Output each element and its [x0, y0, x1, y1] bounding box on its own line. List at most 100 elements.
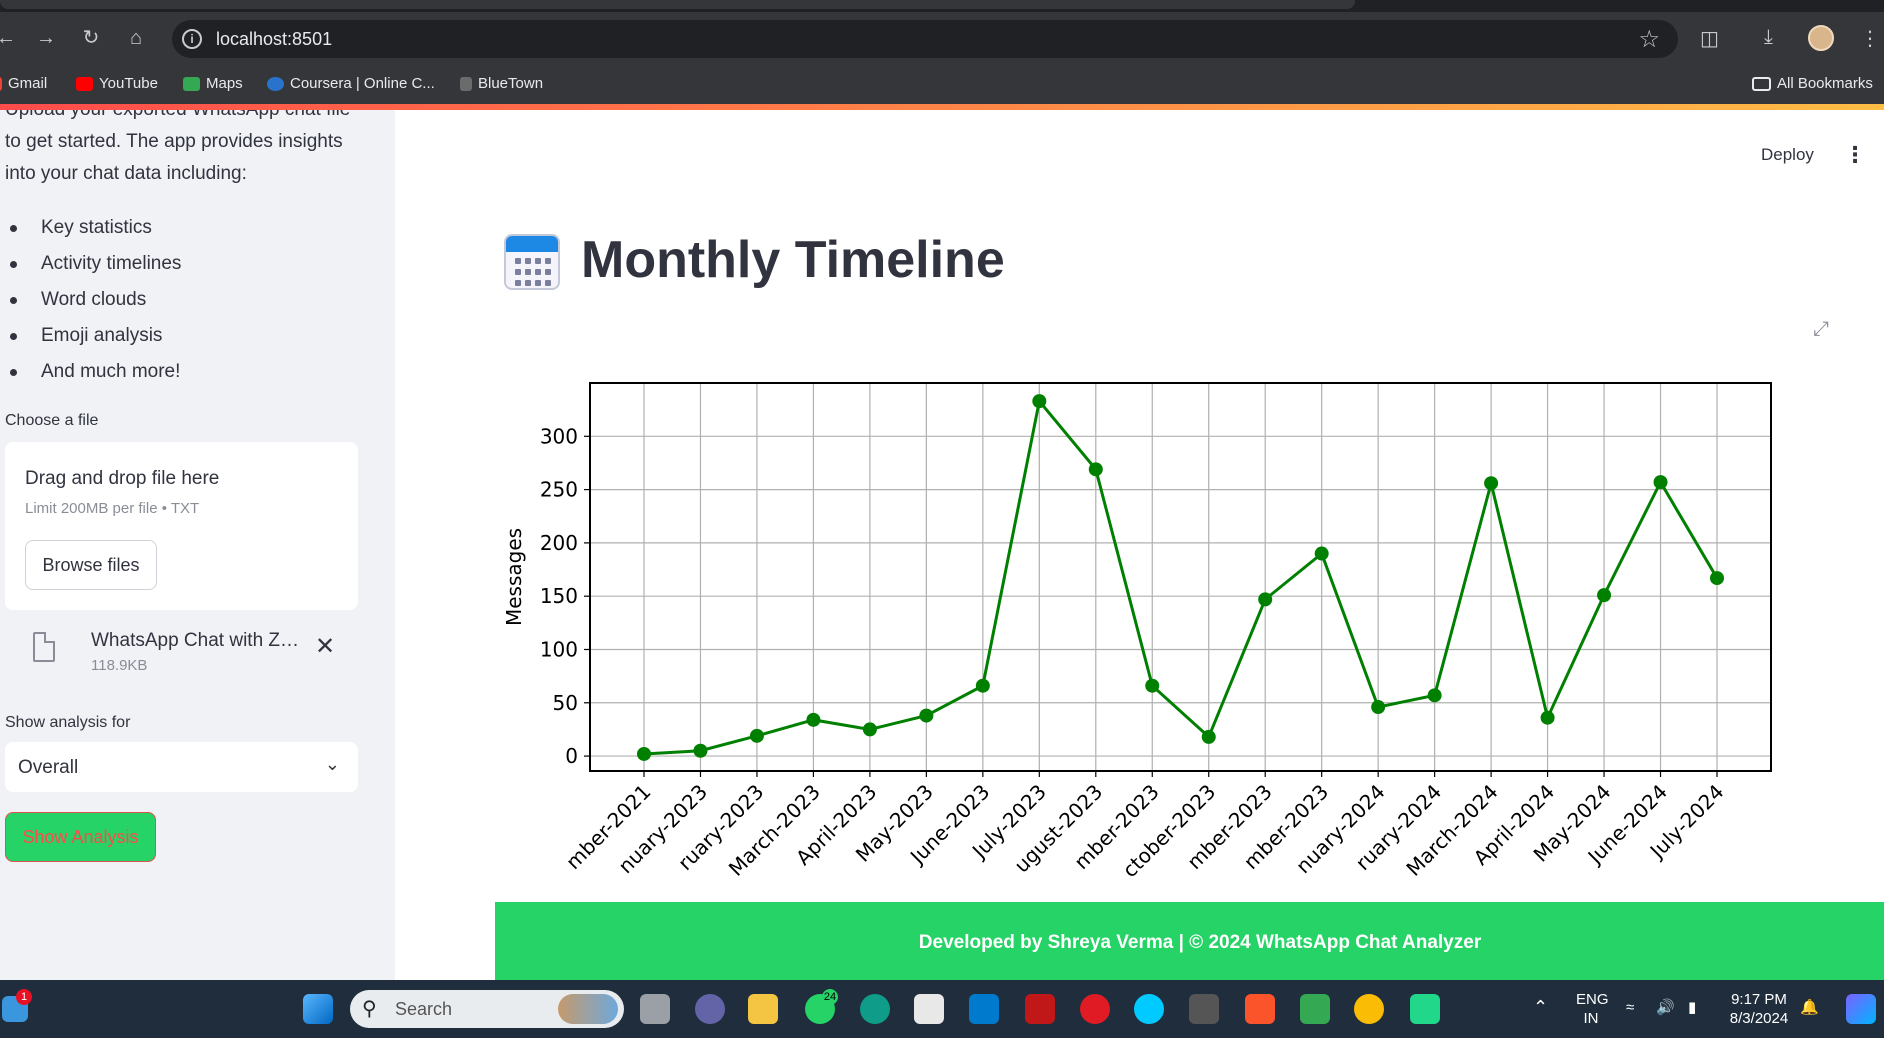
analysis-select-value: Overall	[18, 757, 79, 778]
clock[interactable]: 9:17 PM 8/3/2024	[1726, 990, 1792, 1028]
search-placeholder: Search	[395, 999, 453, 1019]
taskbar: 1 ⚲ Search 24 ⌃ ENG IN ≈ 🔊 ▮ 9:17 PM 8/3…	[0, 980, 1884, 1038]
feature-list: Key statistics Activity timelines Word c…	[8, 210, 181, 390]
analysis-select[interactable]: Overall ⌄	[5, 742, 358, 792]
footer: Developed by Shreya Verma | © 2024 Whats…	[495, 902, 1884, 980]
bookmark-coursera[interactable]: Coursera | Online C...	[267, 75, 435, 92]
drive-icon[interactable]	[1300, 994, 1330, 1024]
region-code: IN	[1583, 1010, 1599, 1027]
terminal-icon[interactable]	[1189, 994, 1219, 1024]
bookmarks-bar: Gmail YouTube Maps Coursera | Online C..…	[0, 64, 1884, 104]
profile-avatar[interactable]	[1808, 25, 1834, 51]
alexa-icon[interactable]	[1134, 994, 1164, 1024]
search-highlight-image	[558, 994, 618, 1024]
folder-icon	[1752, 76, 1771, 91]
vscode-icon[interactable]	[969, 994, 999, 1024]
bookmark-youtube[interactable]: YouTube	[76, 75, 158, 92]
data-point	[806, 712, 821, 727]
chrome-icon[interactable]	[1354, 994, 1384, 1024]
y-tick-label: 300	[540, 424, 578, 448]
bookmark-gmail[interactable]: Gmail	[0, 75, 47, 92]
forward-icon[interactable]: →	[34, 26, 58, 50]
all-bookmarks[interactable]: All Bookmarks	[1752, 75, 1873, 92]
opera-icon[interactable]	[1080, 994, 1110, 1024]
hidden-icons-chevron[interactable]: ⌃	[1533, 998, 1548, 1017]
reload-icon[interactable]: ↻	[79, 26, 103, 50]
brave-icon[interactable]	[1245, 994, 1275, 1024]
y-tick-label: 200	[540, 531, 578, 555]
taskbar-search[interactable]: ⚲ Search	[350, 990, 624, 1028]
data-point	[1145, 678, 1160, 693]
bookmark-bluetown[interactable]: BlueTown	[460, 75, 543, 92]
remove-file-icon[interactable]: ✕	[315, 632, 335, 661]
y-axis-label: Messages	[502, 528, 526, 626]
extensions-icon[interactable]: ◫	[1700, 26, 1719, 51]
copilot-icon[interactable]	[1846, 994, 1876, 1024]
maps-icon	[183, 76, 200, 91]
back-icon[interactable]: ←	[0, 26, 18, 50]
download-icon[interactable]: ⤓	[1764, 26, 1773, 49]
fullscreen-icon[interactable]: ⤢	[1813, 318, 1829, 341]
data-point	[1258, 592, 1273, 607]
chevron-down-icon: ⌄	[324, 754, 340, 774]
file-uploader-label: Choose a file	[5, 412, 99, 429]
site-info-icon[interactable]: i	[182, 29, 202, 49]
bookmark-maps[interactable]: Maps	[183, 75, 243, 92]
active-tab[interactable]	[0, 0, 1355, 9]
file-dropzone[interactable]: Drag and drop file here Limit 200MB per …	[5, 442, 358, 610]
home-icon[interactable]: ⌂	[124, 26, 148, 50]
data-point	[1088, 462, 1103, 477]
browse-files-button[interactable]: Browse files	[25, 540, 157, 590]
main-menu-icon[interactable]: ⋮	[1844, 142, 1866, 168]
youtube-icon	[76, 76, 93, 91]
language-indicator[interactable]: ENG IN	[1576, 990, 1609, 1028]
volume-icon[interactable]: 🔊	[1656, 998, 1675, 1017]
url-text[interactable]: localhost:8501	[216, 29, 332, 50]
analysis-select-label: Show analysis for	[5, 714, 131, 731]
bookmark-star-icon[interactable]: ☆	[1638, 25, 1660, 54]
all-bookmarks-label: All Bookmarks	[1777, 75, 1873, 92]
y-tick-label: 100	[540, 637, 578, 661]
y-tick-label: 150	[540, 584, 578, 608]
monthly-timeline-chart: 050100150200250300mber-2021nuary-2023rua…	[502, 382, 1772, 882]
store-icon[interactable]	[914, 994, 944, 1024]
data-point	[1427, 688, 1442, 703]
sidebar-intro: Upload your exported WhatsApp chat file …	[5, 110, 350, 184]
list-item: Key statistics	[8, 210, 181, 246]
teams-icon[interactable]	[695, 994, 725, 1024]
file-explorer-icon[interactable]	[748, 994, 778, 1024]
whatsapp-badge: 24	[822, 989, 838, 1005]
sidebar: Upload your exported WhatsApp chat file …	[0, 110, 395, 980]
browser-menu-icon[interactable]: ⋮	[1860, 26, 1880, 51]
data-point	[862, 722, 877, 737]
dropzone-limit: Limit 200MB per file • TXT	[25, 500, 200, 517]
clock-time: 9:17 PM	[1731, 991, 1787, 1008]
uploaded-file: WhatsApp Chat with Zo... 118.9KB ✕	[5, 620, 358, 680]
y-tick-label: 50	[553, 691, 578, 715]
deploy-button[interactable]: Deploy	[1761, 145, 1814, 165]
edge-icon[interactable]	[860, 994, 890, 1024]
task-view-icon[interactable]	[640, 994, 670, 1024]
gmail-icon	[0, 76, 2, 91]
address-bar[interactable]: i localhost:8501 ☆	[172, 20, 1678, 58]
data-point	[919, 708, 934, 723]
battery-icon[interactable]: ▮	[1688, 998, 1696, 1017]
main-content: Deploy ⋮ Monthly Timeline 0 50 100 150 200 25…	[395, 110, 1884, 980]
start-icon[interactable]	[303, 994, 333, 1024]
data-point	[1597, 588, 1612, 603]
wifi-icon[interactable]: ≈	[1626, 998, 1634, 1017]
bookmark-label: Maps	[206, 75, 243, 92]
show-analysis-button[interactable]: Show Analysis	[5, 812, 156, 862]
bookmark-label: BlueTown	[478, 75, 544, 92]
pycharm-icon[interactable]	[1410, 994, 1440, 1024]
notification-bell-icon[interactable]: 🔔	[1800, 998, 1819, 1017]
footer-text: Developed by Shreya Verma | © 2024 Whats…	[918, 932, 1482, 953]
list-item: And much more!	[8, 354, 181, 390]
mcafee-icon[interactable]	[1025, 994, 1055, 1024]
search-icon: ⚲	[362, 998, 377, 1020]
data-point	[1314, 546, 1329, 561]
data-point	[975, 678, 990, 693]
language-code: ENG	[1576, 991, 1609, 1008]
calendar-icon	[504, 234, 560, 290]
page-title: Monthly Timeline	[581, 231, 1005, 289]
